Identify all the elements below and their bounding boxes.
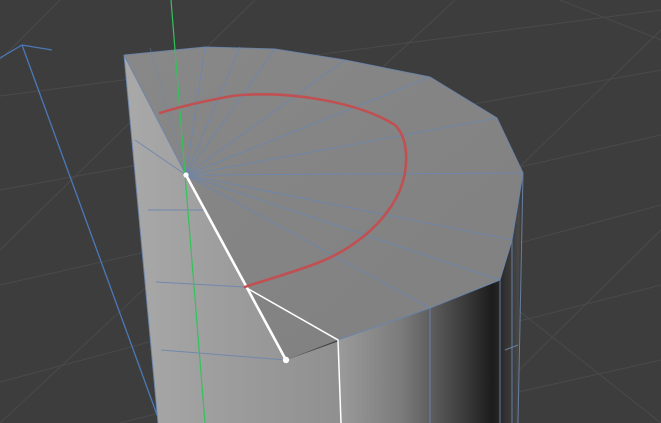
selected-vertex-bottom[interactable] bbox=[282, 356, 290, 364]
selected-vertex-top[interactable] bbox=[183, 172, 189, 178]
viewport-canvas[interactable] bbox=[0, 0, 661, 423]
3d-viewport[interactable] bbox=[0, 0, 661, 423]
